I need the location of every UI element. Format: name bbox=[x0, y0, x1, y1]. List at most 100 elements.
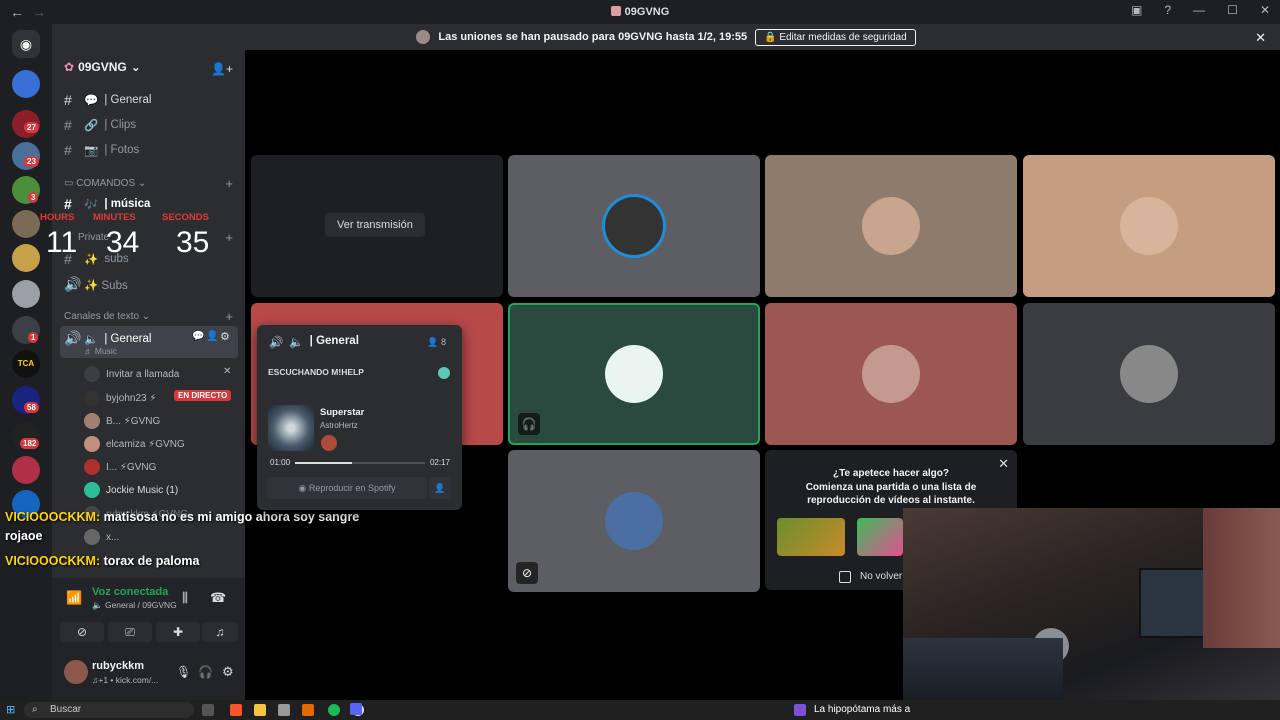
album-art bbox=[268, 405, 314, 451]
discord-icon[interactable] bbox=[350, 703, 362, 715]
close-icon[interactable]: ✕ bbox=[223, 366, 231, 377]
chevron-down-icon: ⌄ bbox=[130, 60, 141, 74]
task-view-icon[interactable] bbox=[202, 704, 214, 716]
discord-home-icon[interactable]: ◉ bbox=[12, 30, 40, 58]
gear-icon[interactable]: ⚙ bbox=[222, 664, 234, 680]
server-name-header[interactable]: ✿ 09GVNG ⌄ bbox=[64, 60, 141, 74]
server-icon[interactable] bbox=[12, 210, 40, 238]
server-icon[interactable]: TCA bbox=[12, 350, 40, 378]
close-window-icon[interactable]: ✕ bbox=[1260, 3, 1270, 17]
checkbox[interactable] bbox=[839, 571, 851, 583]
headphones-icon: 🎧 bbox=[518, 413, 540, 435]
notification-text[interactable]: La hipopótama más a bbox=[814, 704, 910, 715]
camera-off-button[interactable]: ⊘ bbox=[60, 622, 104, 642]
voice-connected-panel: 📶 Voz conectada 🔈 General / 09GVNG ⫼ ☎ ⊘… bbox=[52, 578, 245, 648]
inbox-icon[interactable]: ▣ bbox=[1131, 3, 1142, 17]
stream-timer-overlay: HOURS MINUTES SECONDS 11 34 35 bbox=[40, 212, 220, 262]
badge-count: 182 bbox=[20, 438, 40, 449]
screen-share-button[interactable]: ⎚ bbox=[108, 622, 152, 642]
app-icon[interactable] bbox=[278, 704, 290, 716]
camera-off-icon: ⊘ bbox=[516, 562, 538, 584]
badge-count: 58 bbox=[24, 402, 39, 413]
gear-icon[interactable]: ⚙ bbox=[220, 330, 230, 343]
channel-fotos[interactable]: # 📷 | Fotos bbox=[64, 142, 139, 158]
disconnect-icon[interactable]: ☎ bbox=[210, 590, 226, 606]
username[interactable]: rubyckkm bbox=[92, 660, 144, 672]
signal-icon: 📶 bbox=[66, 590, 83, 605]
server-icon[interactable] bbox=[12, 70, 40, 98]
channel-general[interactable]: # 💬 | General bbox=[64, 92, 151, 108]
avatar bbox=[862, 345, 920, 403]
add-member-icon[interactable]: 👤+ bbox=[211, 62, 233, 76]
participant-tile[interactable]: ⊘ bbox=[508, 450, 760, 592]
song-title[interactable]: Superstar bbox=[320, 407, 364, 418]
hash-icon: # bbox=[64, 92, 72, 108]
avatar bbox=[321, 435, 337, 451]
chat-message: VICIOOOCKKM: matisosa no es mi amigo aho… bbox=[5, 510, 360, 524]
server-icon[interactable] bbox=[12, 244, 40, 272]
voice-member[interactable]: Jockie Music (1) bbox=[84, 482, 178, 498]
live-badge: EN DIRECTO bbox=[174, 390, 232, 401]
voice-status[interactable]: Voz conectada bbox=[92, 586, 168, 598]
listen-along-button[interactable]: 👤 bbox=[429, 477, 451, 499]
channel-clips[interactable]: # 🔗 | Clips bbox=[64, 117, 136, 133]
artist-name[interactable]: AstroHertz bbox=[320, 421, 358, 430]
activities-button[interactable]: ✚ bbox=[156, 622, 200, 642]
avatar[interactable] bbox=[64, 660, 88, 684]
voice-member[interactable]: byjohn23 ⚡ bbox=[84, 390, 156, 406]
voice-member[interactable]: I... ⚡GVNG bbox=[84, 459, 156, 475]
participant-tile-speaking[interactable]: 🎧 bbox=[508, 303, 760, 445]
add-channel-icon[interactable]: + bbox=[225, 230, 233, 245]
close-icon[interactable]: ✕ bbox=[1255, 30, 1266, 46]
windows-start-icon[interactable]: ⊞ bbox=[6, 703, 15, 716]
server-icon[interactable] bbox=[12, 280, 40, 308]
window-title: 09GVNG bbox=[0, 6, 1280, 18]
category-comandos[interactable]: ▭ COMANDOS ⌄ bbox=[64, 178, 146, 189]
channel-subs-voice[interactable]: 🔊 ✨ Subs bbox=[64, 276, 128, 293]
channel-subtitle: ♬ Music bbox=[84, 346, 118, 356]
maximize-icon[interactable]: ☐ bbox=[1227, 3, 1238, 17]
minimize-icon[interactable]: — bbox=[1193, 3, 1205, 17]
participant-tile[interactable] bbox=[508, 155, 760, 297]
add-channel-icon[interactable]: + bbox=[225, 309, 233, 324]
hash-icon: # bbox=[64, 196, 72, 212]
hours-label: HOURS bbox=[40, 212, 75, 223]
activity-title: ¿Te apetece hacer algo? bbox=[833, 468, 949, 479]
seconds-value: 35 bbox=[176, 226, 210, 259]
avatar bbox=[605, 197, 663, 255]
headset-icon[interactable]: 🎧 bbox=[198, 665, 213, 679]
soundboard-button[interactable]: ♫ bbox=[202, 622, 238, 642]
volume-icon: 🔈 bbox=[84, 333, 99, 346]
noise-suppression-icon[interactable]: ⫼ bbox=[182, 590, 188, 606]
folder-icon[interactable] bbox=[254, 704, 266, 716]
voice-member[interactable]: elcamiza ⚡GVNG bbox=[84, 436, 185, 452]
participant-tile[interactable] bbox=[765, 303, 1017, 445]
chat-bubble-icon[interactable]: 💬 bbox=[192, 331, 204, 342]
invite-icon[interactable]: 👤 bbox=[206, 331, 218, 342]
security-settings-button[interactable]: 🔒 Editar medidas de seguridad bbox=[755, 28, 916, 46]
stream-tile[interactable]: Ver transmisión bbox=[251, 155, 503, 297]
server-icon[interactable] bbox=[12, 456, 40, 484]
microphone-icon[interactable]: 🎙 bbox=[176, 665, 191, 679]
spotify-icon bbox=[438, 367, 450, 379]
play-on-spotify-button[interactable]: ◉ Reproducir en Spotify bbox=[267, 477, 427, 499]
invite-to-call[interactable]: Invitar a llamada bbox=[84, 366, 179, 382]
taskbar-search[interactable]: ⌕ Buscar bbox=[24, 702, 194, 718]
help-icon[interactable]: ? bbox=[1164, 3, 1171, 17]
spotify-icon[interactable] bbox=[328, 704, 340, 716]
game-thumbnail[interactable] bbox=[777, 518, 845, 556]
voice-member[interactable]: B... ⚡GVNG bbox=[84, 413, 160, 429]
participant-tile[interactable] bbox=[765, 155, 1017, 297]
participant-tile[interactable] bbox=[1023, 155, 1275, 297]
voice-channel-general[interactable]: 🔊 🔈 | General bbox=[64, 330, 151, 347]
watch-stream-button[interactable]: Ver transmisión bbox=[325, 213, 425, 237]
checkbox-label: No volver bbox=[860, 571, 903, 582]
participant-tile[interactable] bbox=[1023, 303, 1275, 445]
brave-icon[interactable] bbox=[230, 704, 242, 716]
voice-member[interactable]: x... bbox=[84, 529, 119, 545]
app-icon[interactable] bbox=[302, 704, 314, 716]
game-thumbnail[interactable] bbox=[857, 518, 903, 556]
channel-musica[interactable]: # 🎶 | música bbox=[64, 196, 150, 212]
add-channel-icon[interactable]: + bbox=[225, 176, 233, 191]
category-canales-de-texto[interactable]: Canales de texto ⌄ bbox=[64, 311, 150, 322]
